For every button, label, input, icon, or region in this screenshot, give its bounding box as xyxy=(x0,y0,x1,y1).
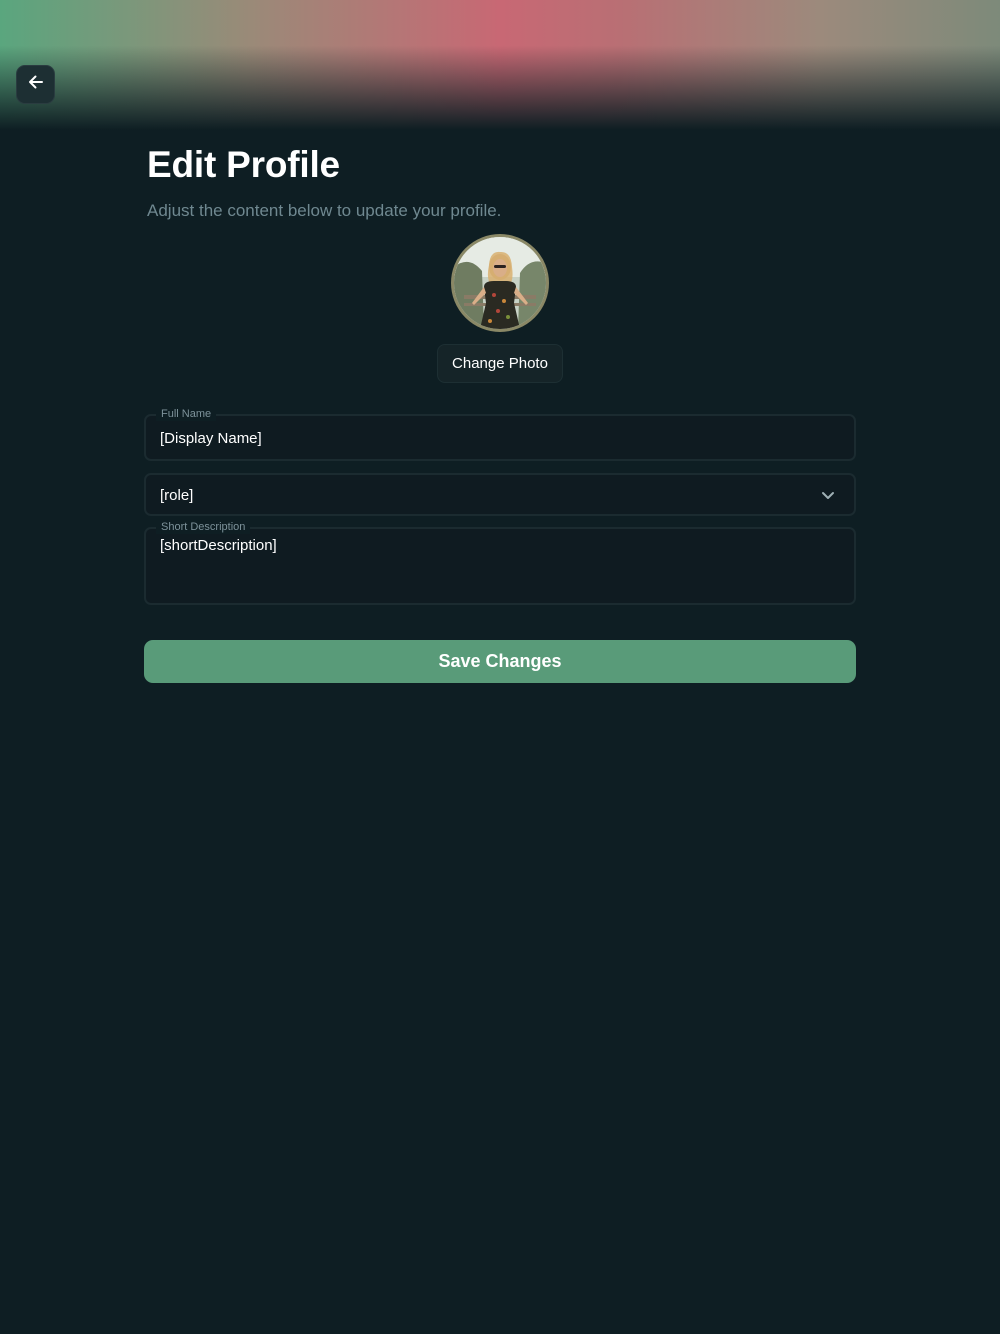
avatar xyxy=(451,234,549,332)
chevron-down-icon xyxy=(820,487,836,508)
role-value: [role] xyxy=(160,487,194,504)
short-description-value: [shortDescription] xyxy=(160,537,277,554)
full-name-field[interactable]: Full Name [Display Name] xyxy=(144,407,856,461)
page-subtitle: Adjust the content below to update your … xyxy=(147,201,502,220)
short-description-label: Short Description xyxy=(156,520,251,534)
back-button[interactable] xyxy=(16,65,55,104)
full-name-label: Full Name xyxy=(156,407,217,421)
save-changes-button[interactable]: Save Changes xyxy=(144,640,856,683)
full-name-value: [Display Name] xyxy=(160,430,262,447)
arrow-left-icon xyxy=(26,72,46,97)
avatar-photo xyxy=(454,237,546,329)
change-photo-button[interactable]: Change Photo xyxy=(437,344,563,383)
header-gradient xyxy=(0,0,1000,130)
short-description-field[interactable]: Short Description [shortDescription] xyxy=(144,520,856,605)
page-title: Edit Profile xyxy=(147,144,340,185)
role-select[interactable]: [role] xyxy=(144,473,856,516)
